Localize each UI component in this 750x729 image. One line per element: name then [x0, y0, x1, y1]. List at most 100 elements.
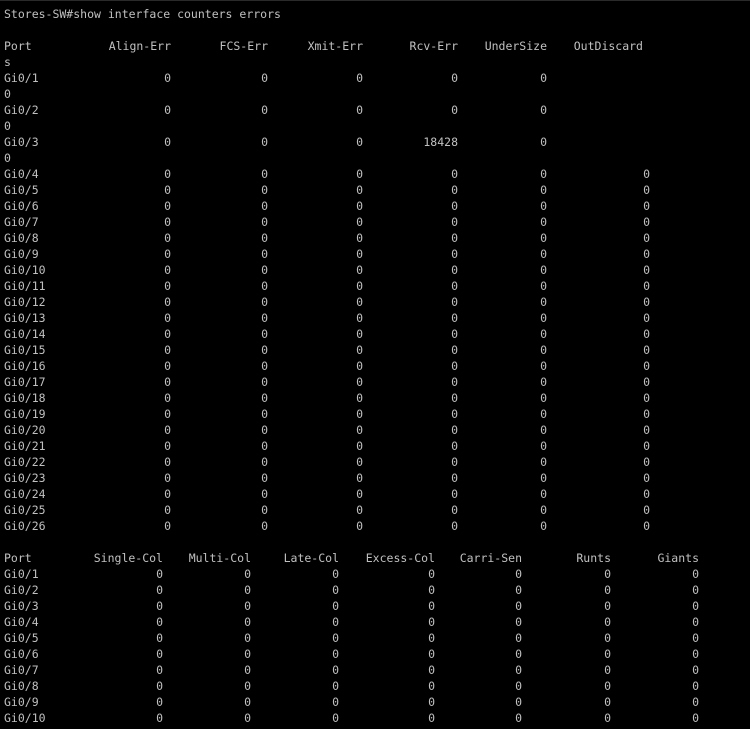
port-label: Gi0/16: [4, 359, 46, 373]
port-label: Gi0/9: [4, 247, 39, 261]
counter-value: 0: [261, 487, 268, 501]
counter-value: 0: [261, 135, 268, 149]
counter-value: 0: [515, 663, 522, 677]
counter-value: 0: [156, 599, 163, 613]
counter-value: 0: [643, 407, 650, 421]
counter-value: 0: [540, 135, 547, 149]
counter-value: 0: [164, 327, 171, 341]
port-label: Gi0/2: [4, 583, 39, 597]
counter-value: 0: [356, 263, 363, 277]
port-label: Gi0/7: [4, 215, 39, 229]
port-label: Gi0/2: [4, 103, 39, 117]
counter-value: 18428: [423, 135, 458, 149]
counter-value: 0: [156, 695, 163, 709]
counter-value: 0: [540, 439, 547, 453]
counter-value: 0: [643, 279, 650, 293]
port-label: Gi0/7: [4, 663, 39, 677]
counter-value: 0: [156, 679, 163, 693]
counter-value: 0: [515, 615, 522, 629]
counter-value: 0: [261, 71, 268, 85]
counter-value: 0: [643, 183, 650, 197]
counter-value: 0: [164, 471, 171, 485]
counter-value: 0: [540, 231, 547, 245]
counter-value: 0: [261, 263, 268, 277]
column-header: Align-Err: [108, 39, 171, 53]
counter-value: 0: [692, 663, 699, 677]
counter-value: 0: [356, 71, 363, 85]
counter-value: 0: [643, 455, 650, 469]
counter-value: 0: [451, 423, 458, 437]
counter-value: 0: [692, 615, 699, 629]
counter-value: 0: [540, 167, 547, 181]
counter-value: 0: [428, 615, 435, 629]
counter-value: 0: [451, 503, 458, 517]
port-label: Gi0/8: [4, 679, 39, 693]
counter-value: 0: [356, 439, 363, 453]
counter-value: 0: [540, 471, 547, 485]
counter-value: 0: [540, 183, 547, 197]
counter-value: 0: [332, 631, 339, 645]
counter-value: 0: [261, 327, 268, 341]
counter-value: 0: [156, 631, 163, 645]
counter-value: 0: [451, 167, 458, 181]
port-label: Gi0/21: [4, 439, 46, 453]
counter-value: 0: [332, 695, 339, 709]
counter-value: 0: [540, 215, 547, 229]
counter-value: 0: [244, 663, 251, 677]
counter-value: 0: [356, 279, 363, 293]
wrapped-counter-value: 0: [4, 87, 11, 101]
counter-value: 0: [261, 167, 268, 181]
counter-value: 0: [164, 423, 171, 437]
counter-value: 0: [332, 583, 339, 597]
port-label: Gi0/15: [4, 343, 46, 357]
port-label: Gi0/10: [4, 263, 46, 277]
counter-value: 0: [540, 327, 547, 341]
counter-value: 0: [692, 631, 699, 645]
counter-value: 0: [604, 631, 611, 645]
terminal-window[interactable]: Stores-SW#show interface counters errors…: [0, 0, 750, 729]
counter-value: 0: [428, 583, 435, 597]
counter-value: 0: [156, 615, 163, 629]
counter-value: 0: [643, 231, 650, 245]
counter-value: 0: [451, 183, 458, 197]
counter-value: 0: [451, 231, 458, 245]
counter-value: 0: [451, 375, 458, 389]
counter-value: 0: [692, 647, 699, 661]
counter-value: 0: [356, 247, 363, 261]
port-label: Gi0/6: [4, 647, 39, 661]
counter-value: 0: [244, 631, 251, 645]
counter-value: 0: [515, 599, 522, 613]
counter-value: 0: [164, 359, 171, 373]
counter-value: 0: [451, 103, 458, 117]
counter-value: 0: [540, 503, 547, 517]
counter-value: 0: [428, 679, 435, 693]
port-label: Gi0/1: [4, 71, 39, 85]
counter-value: 0: [428, 599, 435, 613]
counter-value: 0: [156, 583, 163, 597]
counter-value: 0: [261, 503, 268, 517]
counter-value: 0: [643, 375, 650, 389]
port-label: Gi0/13: [4, 311, 46, 325]
counter-value: 0: [261, 247, 268, 261]
counter-value: 0: [356, 503, 363, 517]
counter-value: 0: [356, 359, 363, 373]
counter-value: 0: [261, 375, 268, 389]
counter-value: 0: [643, 311, 650, 325]
counter-value: 0: [451, 471, 458, 485]
counter-value: 0: [451, 295, 458, 309]
counter-value: 0: [604, 663, 611, 677]
counter-value: 0: [451, 455, 458, 469]
counter-value: 0: [643, 167, 650, 181]
counter-value: 0: [643, 487, 650, 501]
counter-value: 0: [332, 599, 339, 613]
port-label: Gi0/9: [4, 695, 39, 709]
counter-value: 0: [164, 71, 171, 85]
counter-value: 0: [643, 503, 650, 517]
port-label: Gi0/10: [4, 711, 46, 725]
counter-value: 0: [604, 647, 611, 661]
counter-value: 0: [451, 487, 458, 501]
counter-value: 0: [356, 215, 363, 229]
counter-value: 0: [356, 327, 363, 341]
counter-value: 0: [692, 583, 699, 597]
wrapped-counter-value: 0: [4, 119, 11, 133]
